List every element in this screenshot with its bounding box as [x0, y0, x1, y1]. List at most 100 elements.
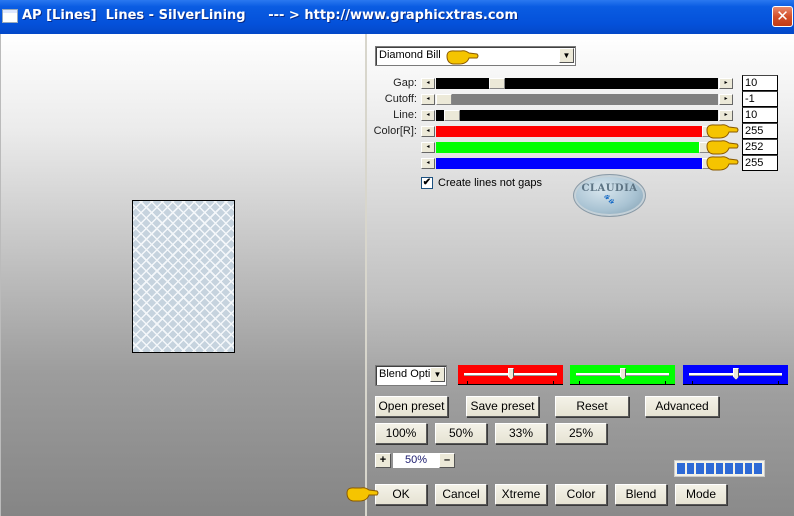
blend-slider-tick: [692, 381, 693, 384]
slider-label: Line:: [393, 109, 417, 121]
blend-slider-tick: [665, 381, 666, 384]
progress-segment: [754, 463, 763, 474]
slider-value-field[interactable]: 10: [742, 107, 778, 123]
zoom-33-button[interactable]: 33%: [495, 423, 547, 444]
dialog-blend-button[interactable]: Blend: [615, 484, 667, 505]
logo-text: CLAUDIA: [581, 183, 638, 194]
arrow-left-icon: ◂: [426, 128, 430, 134]
create-lines-label: Create lines not gaps: [438, 177, 542, 189]
zoom-in-button[interactable]: +: [375, 453, 391, 468]
progress-segment: [686, 463, 695, 474]
dialog-mode-button[interactable]: Mode: [675, 484, 727, 505]
slider-decrement-button[interactable]: ◂: [421, 94, 435, 105]
slider-track[interactable]: [436, 142, 718, 153]
chevron-down-icon[interactable]: ▼: [559, 48, 574, 63]
slider-label: Gap:: [393, 77, 417, 89]
action-advanced-button[interactable]: Advanced: [645, 396, 719, 417]
pointing-hand-icon: [446, 50, 479, 65]
logo-mark-icon: 🐾: [603, 194, 616, 204]
progress-segment: [677, 463, 685, 474]
window-icon: [3, 10, 17, 22]
action-save-preset-button[interactable]: Save preset: [466, 396, 539, 417]
blend-slider-thumb[interactable]: [733, 368, 739, 380]
slider-value-field[interactable]: 10: [742, 75, 778, 91]
controls-panel: Diamond Bill ▼ Gap: ◂ ▸ 10 Cutoff: ◂ ▸ -1 Line: ◂…: [346, 34, 794, 516]
close-button[interactable]: ✕: [772, 6, 793, 27]
arrow-right-icon: ▸: [724, 112, 728, 118]
zoom-value: 50%: [393, 453, 439, 468]
blend-options-value: Blend Optio: [379, 368, 431, 380]
slider-track[interactable]: [436, 78, 718, 89]
slider-value-field[interactable]: 252: [742, 139, 778, 155]
action-reset-button[interactable]: Reset: [555, 396, 629, 417]
progress-segment: [706, 463, 714, 474]
claudia-logo: CLAUDIA 🐾: [573, 174, 646, 217]
arrow-left-icon: ◂: [426, 96, 430, 102]
progress-bar: [674, 460, 765, 477]
slider-decrement-button[interactable]: ◂: [421, 142, 435, 153]
arrow-left-icon: ◂: [426, 160, 430, 166]
slider-increment-button[interactable]: ▸: [719, 94, 733, 105]
plus-icon: +: [379, 454, 387, 466]
slider-value-field[interactable]: 255: [742, 123, 778, 139]
zoom-100-button[interactable]: 100%: [375, 423, 427, 444]
minus-icon: –: [443, 454, 451, 466]
action-open-preset-button[interactable]: Open preset: [375, 396, 448, 417]
slider-value-field[interactable]: 255: [742, 155, 778, 171]
slider-track[interactable]: [436, 126, 718, 137]
progress-segment: [696, 463, 705, 474]
progress-segment: [735, 463, 743, 474]
dialog-color-button[interactable]: Color: [555, 484, 607, 505]
slider-label: Color[R]:: [373, 125, 417, 137]
create-lines-checkbox[interactable]: ✔: [421, 177, 433, 189]
slider-track[interactable]: [436, 110, 718, 121]
pointing-hand-icon: [346, 487, 379, 502]
slider-decrement-button[interactable]: ◂: [421, 78, 435, 89]
slider-increment-button[interactable]: ▸: [719, 78, 733, 89]
dialog-xtreme-button[interactable]: Xtreme: [495, 484, 547, 505]
blend-slider[interactable]: [570, 365, 675, 385]
progress-segment: [744, 463, 753, 474]
progress-segment: [715, 463, 724, 474]
slider-decrement-button[interactable]: ◂: [421, 158, 435, 169]
window-title: AP [Lines] Lines - SilverLining --- > ht…: [22, 8, 519, 23]
slider-track[interactable]: [436, 158, 718, 169]
arrow-left-icon: ◂: [426, 80, 430, 86]
blend-options-select[interactable]: Blend Optio ▼: [375, 365, 447, 386]
slider-decrement-button[interactable]: ◂: [421, 110, 435, 121]
blend-slider[interactable]: [683, 365, 788, 385]
blend-slider-tick: [467, 381, 468, 384]
blend-slider-tick: [553, 381, 554, 384]
blend-slider-thumb[interactable]: [620, 368, 626, 380]
dialog-ok-button[interactable]: OK: [375, 484, 427, 505]
arrow-right-icon: ▸: [724, 96, 728, 102]
arrow-right-icon: ▸: [724, 80, 728, 86]
blend-slider[interactable]: [458, 365, 563, 385]
blend-slider-tick: [778, 381, 779, 384]
blend-slider-thumb[interactable]: [508, 368, 514, 380]
preview-image[interactable]: [132, 200, 235, 353]
pointing-hand-icon: [706, 156, 739, 171]
preview-panel: [0, 34, 367, 516]
slider-thumb[interactable]: [489, 78, 505, 89]
slider-thumb[interactable]: [444, 110, 460, 121]
arrow-left-icon: ◂: [426, 112, 430, 118]
slider-decrement-button[interactable]: ◂: [421, 126, 435, 137]
zoom-out-button[interactable]: –: [439, 453, 455, 468]
slider-label: Cutoff:: [384, 93, 417, 105]
blend-slider-tick: [579, 381, 580, 384]
arrow-left-icon: ◂: [426, 144, 430, 150]
progress-segment: [725, 463, 734, 474]
slider-thumb[interactable]: [436, 94, 452, 105]
zoom-25-button[interactable]: 25%: [555, 423, 607, 444]
zoom-50-button[interactable]: 50%: [435, 423, 487, 444]
close-icon: ✕: [776, 7, 789, 25]
slider-value-field[interactable]: -1: [742, 91, 778, 107]
chevron-down-icon[interactable]: ▼: [430, 367, 445, 382]
title-bar: AP [Lines] Lines - SilverLining --- > ht…: [0, 0, 794, 34]
dialog-cancel-button[interactable]: Cancel: [435, 484, 487, 505]
slider-increment-button[interactable]: ▸: [719, 110, 733, 121]
slider-track[interactable]: [436, 94, 718, 105]
checkmark-icon: ✔: [422, 177, 432, 188]
preset-select-value: Diamond Bill: [379, 49, 441, 61]
